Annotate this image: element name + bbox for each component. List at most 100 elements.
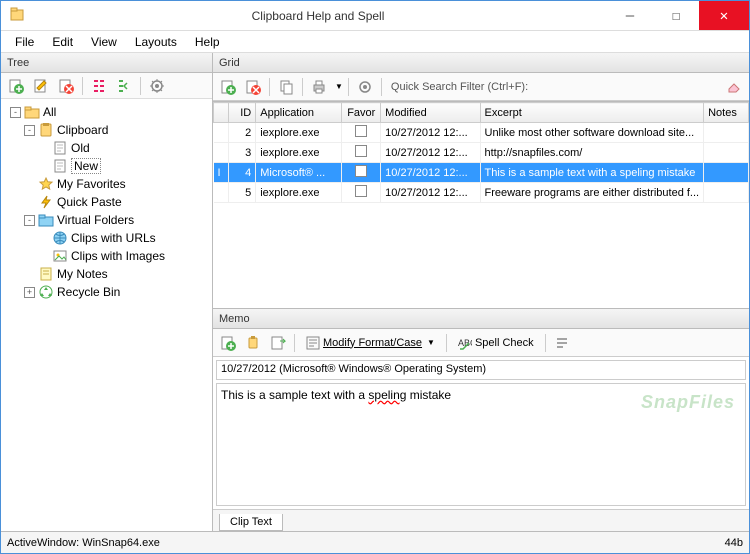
quick-search-label: Quick Search Filter (Ctrl+F): [391, 81, 528, 93]
menu-view[interactable]: View [83, 33, 125, 51]
tree-item[interactable]: - All [3, 103, 210, 121]
tree-panel-header: Tree [1, 53, 212, 73]
memo-copy-button[interactable] [242, 332, 264, 354]
doc-icon [52, 140, 68, 156]
memo-toolbar: Modify Format/Case ▼ ABC Spell Check [213, 329, 749, 357]
menu-file[interactable]: File [7, 33, 42, 51]
col-marker[interactable] [214, 103, 229, 123]
memo-add-button[interactable] [217, 332, 239, 354]
tree-item-label: Clips with URLs [71, 231, 156, 245]
memo-format-button[interactable] [551, 332, 573, 354]
col-excerpt[interactable]: Excerpt [480, 103, 704, 123]
tree-item[interactable]: - Virtual Folders [3, 211, 210, 229]
tree-add-button[interactable] [5, 75, 27, 97]
tree-item[interactable]: Old [3, 139, 210, 157]
favorite-checkbox[interactable] [355, 125, 367, 137]
app-icon [9, 6, 29, 26]
tree-item[interactable]: My Notes [3, 265, 210, 283]
tree-item-label: Virtual Folders [57, 213, 134, 227]
tree-view[interactable]: -All-ClipboardOldNewMy FavoritesQuick Pa… [1, 99, 212, 531]
grid-print-button[interactable] [308, 76, 330, 98]
memo-spell-error: speling [368, 388, 406, 402]
clear-search-button[interactable] [723, 76, 745, 98]
grid-delete-button[interactable] [242, 76, 264, 98]
vfolder-icon [38, 212, 54, 228]
tree-expander[interactable]: - [24, 125, 35, 136]
tree-item[interactable]: + Recycle Bin [3, 283, 210, 301]
grid-settings-button[interactable] [354, 76, 376, 98]
watermark: SnapFiles [641, 392, 735, 413]
clipboard-icon [38, 122, 54, 138]
tree-item-label: My Favorites [57, 177, 126, 191]
menu-edit[interactable]: Edit [44, 33, 81, 51]
menu-help[interactable]: Help [187, 33, 228, 51]
grid-header-row: ID Application Favor Modified Excerpt No… [214, 103, 749, 123]
tree-item[interactable]: -Clipboard [3, 121, 210, 139]
tree-item[interactable]: My Favorites [3, 175, 210, 193]
statusbar: ActiveWindow: WinSnap64.exe 44b [1, 531, 749, 553]
close-button[interactable]: ✕ [699, 1, 749, 30]
tree-collapse-button[interactable] [113, 75, 135, 97]
recycle-icon [38, 284, 54, 300]
dropdown-icon: ▼ [427, 338, 435, 347]
tree-expander[interactable]: + [24, 287, 35, 298]
maximize-button[interactable]: ☐ [653, 1, 699, 30]
table-row[interactable]: I4Microsoft® ...10/27/2012 12:...This is… [214, 163, 749, 183]
dropdown-icon[interactable]: ▼ [335, 82, 343, 91]
tree-item[interactable]: New [3, 157, 210, 175]
modify-format-label: Modify Format/Case [323, 337, 422, 349]
favorite-checkbox[interactable] [355, 145, 367, 157]
col-favor[interactable]: Favor [342, 103, 381, 123]
menu-layouts[interactable]: Layouts [127, 33, 185, 51]
grid-view[interactable]: ID Application Favor Modified Excerpt No… [213, 101, 749, 308]
tree-item[interactable]: Clips with URLs [3, 229, 210, 247]
col-id[interactable]: ID [229, 103, 256, 123]
doc-icon [52, 158, 68, 174]
spell-check-button[interactable]: ABC Spell Check [452, 332, 540, 354]
status-right: 44b [725, 537, 743, 549]
globe-icon [52, 230, 68, 246]
grid-panel-header: Grid [213, 53, 749, 73]
tree-item-label: All [43, 105, 56, 119]
quick-search-input[interactable] [537, 77, 720, 97]
table-row[interactable]: 3iexplore.exe10/27/2012 12:...http://sna… [214, 143, 749, 163]
grid-add-button[interactable] [217, 76, 239, 98]
memo-paste-button[interactable] [267, 332, 289, 354]
grid-copy-button[interactable] [275, 76, 297, 98]
tree-item[interactable]: Clips with Images [3, 247, 210, 265]
memo-body-field[interactable]: This is a sample text with a speling mis… [216, 383, 746, 506]
spell-check-label: Spell Check [475, 337, 534, 349]
memo-panel-header: Memo [213, 309, 749, 329]
tree-item-label: Quick Paste [57, 195, 122, 209]
memo-title-field[interactable]: 10/27/2012 (Microsoft® Windows® Operatin… [216, 360, 746, 380]
memo-text-post: mistake [406, 388, 451, 402]
image-icon [52, 248, 68, 264]
tab-clip-text[interactable]: Clip Text [219, 514, 283, 531]
table-row[interactable]: 5iexplore.exe10/27/2012 12:...Freeware p… [214, 183, 749, 203]
folder-icon [24, 104, 40, 120]
favorite-checkbox[interactable] [355, 165, 367, 177]
modify-format-button[interactable]: Modify Format/Case ▼ [300, 332, 441, 354]
grid-toolbar: ▼ Quick Search Filter (Ctrl+F): [213, 73, 749, 101]
flash-icon [38, 194, 54, 210]
tree-item-label: New [71, 158, 101, 174]
tree-item[interactable]: Quick Paste [3, 193, 210, 211]
window-title: Clipboard Help and Spell [29, 9, 607, 23]
tree-delete-button[interactable] [55, 75, 77, 97]
tree-edit-button[interactable] [30, 75, 52, 97]
col-modified[interactable]: Modified [381, 103, 480, 123]
memo-tab-strip: Clip Text [213, 509, 749, 531]
tree-panel: Tree -All-ClipboardOldNewMy FavoritesQui… [1, 53, 213, 531]
table-row[interactable]: 2iexplore.exe10/27/2012 12:...Unlike mos… [214, 123, 749, 143]
tree-item-label: Recycle Bin [57, 285, 120, 299]
tree-settings-button[interactable] [146, 75, 168, 97]
tree-expand-button[interactable] [88, 75, 110, 97]
tree-item-label: My Notes [57, 267, 108, 281]
favorite-checkbox[interactable] [355, 185, 367, 197]
col-notes[interactable]: Notes [704, 103, 749, 123]
tree-expander[interactable]: - [24, 215, 35, 226]
tree-expander[interactable]: - [10, 107, 21, 118]
col-application[interactable]: Application [256, 103, 342, 123]
minimize-button[interactable]: — [607, 1, 653, 30]
memo-text-pre: This is a sample text with a [221, 388, 368, 402]
